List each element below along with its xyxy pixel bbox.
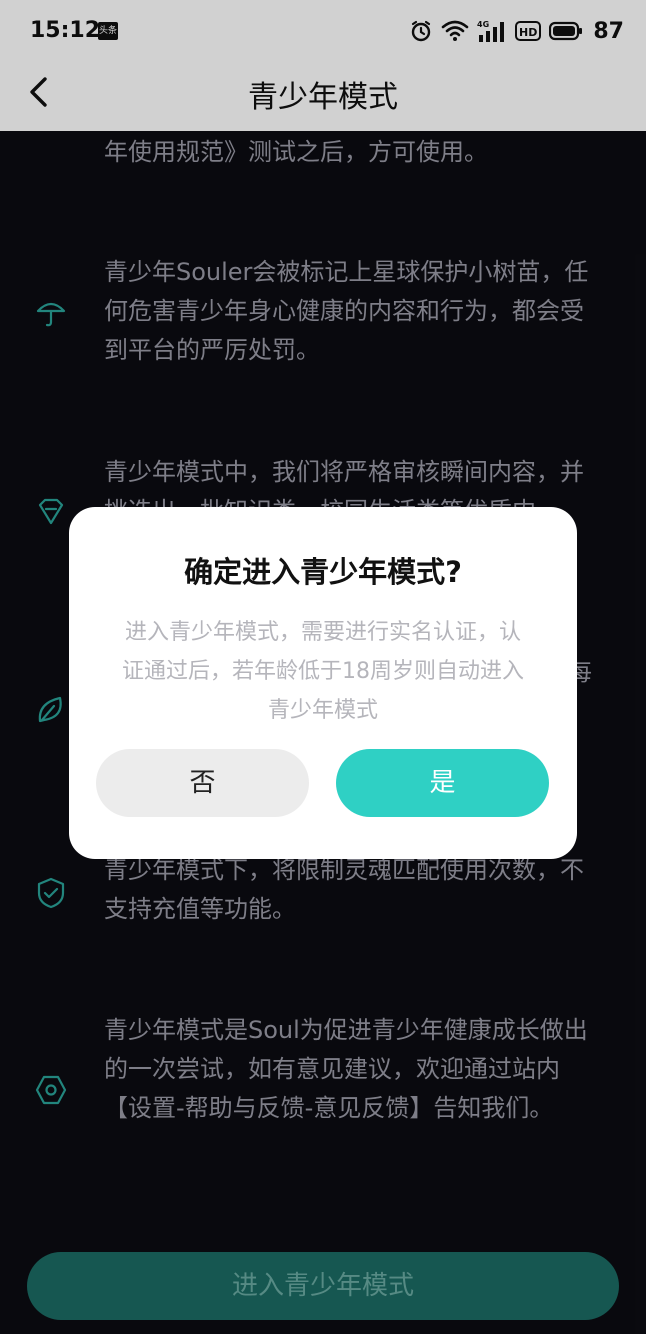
dialog-message-line: 证通过后，若年龄低于18周岁则自动进入 <box>122 659 524 684</box>
dialog-message-line: 青少年模式 <box>267 698 378 723</box>
dialog-message: 进入青少年模式，需要进行实名认证，认 证通过后，若年龄低于18周岁则自动进入 青… <box>99 613 547 730</box>
confirm-dialog: 确定进入青少年模式? 进入青少年模式，需要进行实名认证，认 证通过后，若年龄低于… <box>69 507 577 859</box>
cancel-button[interactable]: 否 <box>96 749 309 817</box>
dialog-message-line: 进入青少年模式，需要进行实名认证，认 <box>124 620 521 645</box>
dialog-title: 确定进入青少年模式? <box>184 555 462 589</box>
confirm-button[interactable]: 是 <box>336 749 549 817</box>
